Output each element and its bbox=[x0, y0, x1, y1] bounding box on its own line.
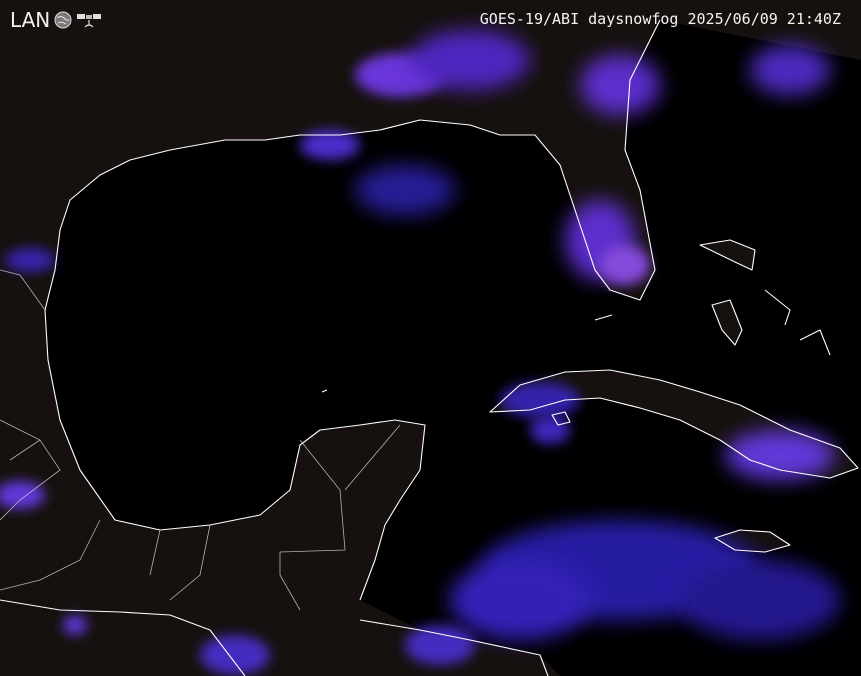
satellite-icon bbox=[76, 9, 102, 31]
logo-text: LAN bbox=[10, 8, 51, 32]
logo: LAN bbox=[10, 8, 102, 32]
globe-icon bbox=[52, 9, 74, 31]
image-title: GOES-19/ABI daysnowfog 2025/06/09 21:40Z bbox=[479, 10, 841, 28]
satellite-image bbox=[0, 0, 861, 676]
